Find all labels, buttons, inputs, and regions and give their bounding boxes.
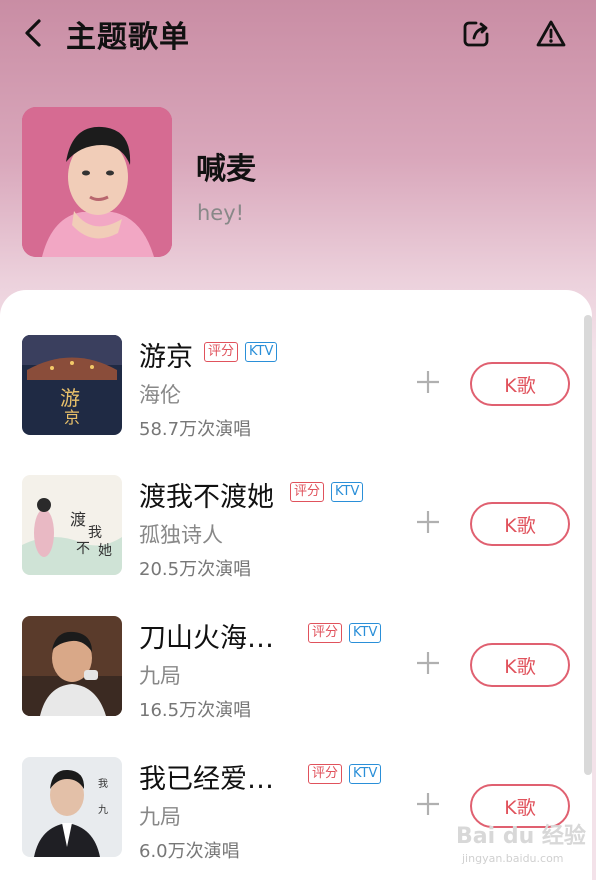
add-button[interactable] [414, 368, 442, 396]
song-cover-art-icon: 渡 我 不 她 [22, 475, 122, 575]
song-title[interactable]: 刀山火海… [139, 616, 274, 655]
scrollbar[interactable] [584, 315, 592, 775]
svg-text:我: 我 [88, 525, 102, 541]
watermark-url: jingyan.baidu.com [462, 852, 564, 865]
report-button[interactable] [530, 14, 572, 54]
song-artist[interactable]: 九局 [139, 660, 181, 690]
song-cover: 游 京 [22, 335, 122, 435]
song-title[interactable]: 渡我不渡她 [139, 475, 274, 514]
play-count: 6.0万次演唱 [139, 841, 240, 862]
sing-button[interactable]: K歌 [470, 362, 570, 406]
score-badge: 评分 [290, 482, 325, 502]
svg-text:她: 她 [98, 543, 112, 559]
song-cover-art-icon: 游 京 [22, 335, 122, 435]
song-row[interactable]: 游 京 游京 评分 KTV 海伦 58.7万次演唱 K歌 [0, 335, 584, 445]
song-row[interactable]: 刀山火海… 评分 KTV 九局 16.5万次演唱 K歌 [0, 616, 584, 726]
song-artist[interactable]: 孤独诗人 [139, 519, 223, 549]
song-row[interactable]: 渡 我 不 她 渡我不渡她 评分 KTV 孤独诗人 20.5万次演唱 K歌 [0, 475, 584, 585]
song-cover: 我 九 [22, 757, 122, 857]
playlist-cover [22, 107, 172, 257]
song-title[interactable]: 游京 [139, 335, 193, 374]
watermark-logo: Bai du 经验 [456, 824, 586, 849]
warning-icon [536, 20, 566, 47]
plus-icon [417, 793, 439, 815]
share-button[interactable] [456, 14, 496, 54]
song-cover-art-icon: 我 九 [22, 757, 122, 857]
song-cover [22, 616, 122, 716]
svg-text:我: 我 [98, 778, 108, 790]
song-cover: 渡 我 不 她 [22, 475, 122, 575]
page-title: 主题歌单 [66, 20, 190, 55]
song-artist[interactable]: 九局 [139, 801, 181, 831]
ktv-badge: KTV [245, 342, 278, 362]
score-badge: 评分 [204, 342, 239, 362]
svg-text:不: 不 [76, 541, 90, 557]
svg-text:游: 游 [60, 386, 80, 410]
ktv-badge: KTV [331, 482, 364, 502]
plus-icon [417, 652, 439, 674]
cover-photo-icon [22, 107, 172, 257]
ktv-badge: KTV [349, 623, 382, 643]
svg-text:九: 九 [98, 804, 108, 816]
playlist-description: hey! [197, 201, 245, 225]
ktv-badge: KTV [349, 764, 382, 784]
share-icon [463, 21, 489, 47]
chevron-left-icon [25, 19, 41, 47]
add-button[interactable] [414, 649, 442, 677]
song-artist[interactable]: 海伦 [139, 379, 181, 409]
sing-button[interactable]: K歌 [470, 502, 570, 546]
playlist-name: 喊麦 [196, 152, 256, 187]
plus-icon [417, 371, 439, 393]
song-row[interactable]: 我 九 我已经爱… 评分 KTV 九局 6.0万次演唱 K歌 [0, 757, 584, 867]
back-button[interactable] [16, 14, 50, 52]
svg-text:京: 京 [64, 408, 80, 427]
add-button[interactable] [414, 790, 442, 818]
song-cover-art-icon [22, 616, 122, 716]
score-badge: 评分 [308, 623, 343, 643]
plus-icon [417, 511, 439, 533]
play-count: 20.5万次演唱 [139, 559, 252, 580]
svg-text:渡: 渡 [70, 510, 86, 529]
play-count: 16.5万次演唱 [139, 700, 252, 721]
score-badge: 评分 [308, 764, 343, 784]
sing-button[interactable]: K歌 [470, 643, 570, 687]
add-button[interactable] [414, 508, 442, 536]
song-title[interactable]: 我已经爱… [139, 757, 274, 796]
play-count: 58.7万次演唱 [139, 419, 252, 440]
top-bar: 主题歌单 [0, 0, 596, 66]
